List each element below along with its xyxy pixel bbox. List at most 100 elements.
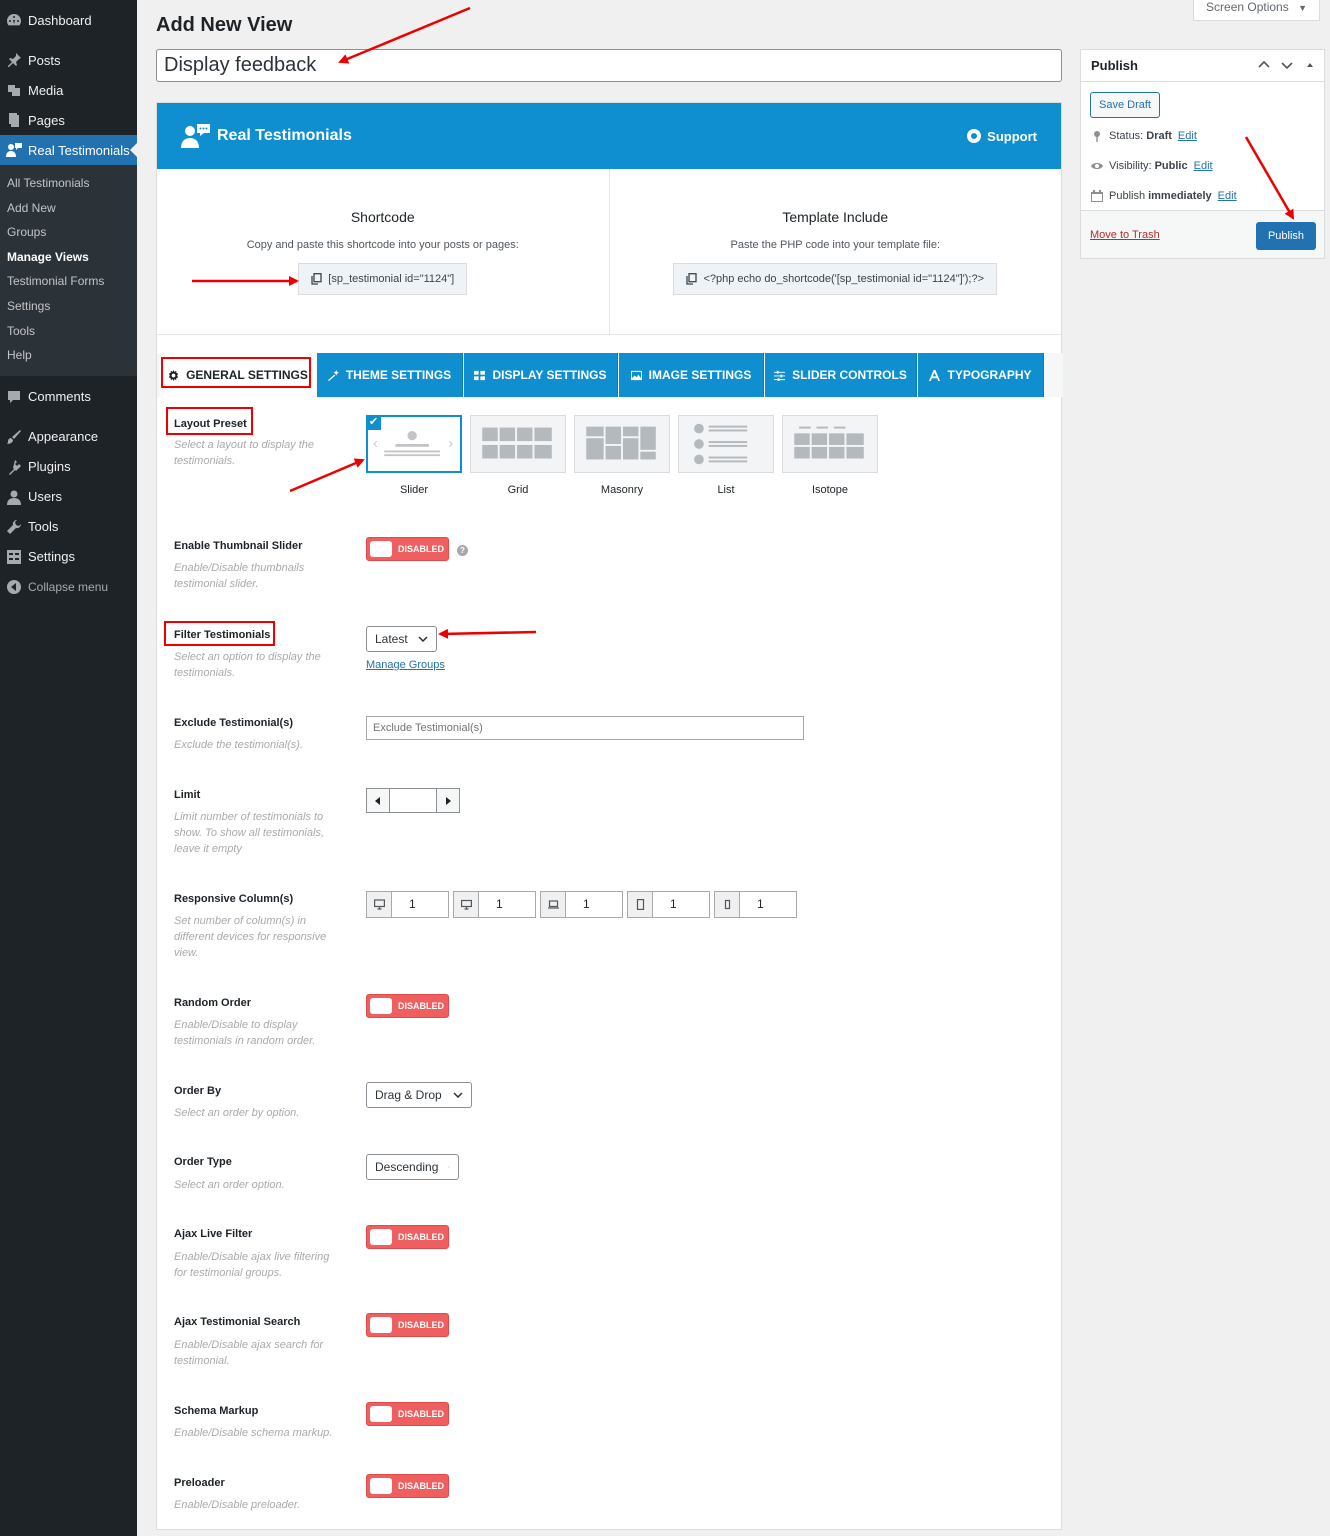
menu-appearance[interactable]: Appearance bbox=[0, 422, 137, 452]
layout-option-list[interactable] bbox=[678, 415, 774, 473]
menu-comments[interactable]: Comments bbox=[0, 382, 137, 412]
manage-groups-link[interactable]: Manage Groups bbox=[366, 659, 445, 671]
menu-users[interactable]: Users bbox=[0, 482, 137, 512]
schema-markup-toggle[interactable]: DISABLED bbox=[366, 1402, 449, 1426]
dashboard-icon bbox=[6, 12, 22, 28]
publish-header: Publish bbox=[1081, 50, 1324, 82]
shortcode-title: Shortcode bbox=[350, 209, 415, 225]
tab-general-settings[interactable]: GENERAL SETTINGS bbox=[160, 353, 316, 397]
preloader-label: Preloader bbox=[174, 1477, 225, 1489]
menu-real-testimonials[interactable]: Real Testimonials bbox=[0, 135, 137, 165]
random-order-toggle[interactable]: DISABLED bbox=[366, 994, 449, 1018]
sub-tools[interactable]: Tools bbox=[0, 319, 137, 344]
move-to-trash-link[interactable]: Move to Trash bbox=[1090, 229, 1160, 241]
save-draft-button[interactable]: Save Draft bbox=[1090, 92, 1160, 118]
toggle-label: DISABLED bbox=[398, 1320, 445, 1330]
screen-options-button[interactable]: Screen Options ▼ bbox=[1193, 0, 1320, 21]
view-title-input[interactable] bbox=[156, 49, 1062, 82]
ajax-search-toggle[interactable]: DISABLED bbox=[366, 1313, 449, 1337]
limit-stepper[interactable] bbox=[366, 788, 460, 813]
menu-dashboard[interactable]: Dashboard bbox=[0, 5, 137, 35]
schema-markup-label: Schema Markup bbox=[174, 1405, 259, 1417]
template-copy[interactable]: <?php echo do_shortcode('[sp_testimonial… bbox=[673, 263, 998, 295]
tab-label: THEME SETTINGS bbox=[345, 368, 452, 382]
layout-name-masonry: Masonry bbox=[600, 484, 644, 496]
comment-icon bbox=[6, 389, 22, 405]
tab-theme-settings[interactable]: THEME SETTINGS bbox=[317, 353, 463, 397]
plugin-brand: Real Testimonials bbox=[181, 123, 352, 149]
menu-label: Real Testimonials bbox=[28, 142, 130, 158]
layout-option-slider[interactable]: ✔ bbox=[366, 415, 462, 473]
shortcode-copy[interactable]: [sp_testimonial id="1124"] bbox=[298, 263, 468, 295]
template-panel: Template Include Paste the PHP code into… bbox=[608, 169, 1062, 334]
menu-plugins[interactable]: Plugins bbox=[0, 452, 137, 482]
columns-laptop[interactable]: 1 bbox=[540, 891, 623, 918]
triangle-up-icon[interactable] bbox=[1304, 59, 1316, 71]
sub-manage-views[interactable]: Manage Views bbox=[0, 245, 137, 270]
sub-groups[interactable]: Groups bbox=[0, 220, 137, 245]
visibility-edit-link[interactable]: Edit bbox=[1194, 160, 1213, 172]
status-edit-link[interactable]: Edit bbox=[1178, 130, 1197, 142]
collapse-icon bbox=[6, 579, 22, 595]
sub-testimonial-forms[interactable]: Testimonial Forms bbox=[0, 269, 137, 294]
tab-typography[interactable]: TYPOGRAPHY bbox=[918, 353, 1044, 397]
sub-settings[interactable]: Settings bbox=[0, 294, 137, 319]
menu-posts[interactable]: Posts bbox=[0, 45, 137, 75]
decrement-button[interactable] bbox=[367, 789, 390, 812]
order-by-select[interactable]: Drag & Drop bbox=[366, 1082, 472, 1108]
layout-option-masonry[interactable] bbox=[574, 415, 670, 473]
thumbnail-slider-toggle[interactable]: DISABLED bbox=[366, 537, 449, 561]
page-title: Add New View bbox=[156, 14, 293, 36]
toggle-label: DISABLED bbox=[398, 1001, 445, 1011]
tab-slider-controls[interactable]: SLIDER CONTROLS bbox=[765, 353, 917, 397]
sub-all-testimonials[interactable]: All Testimonials bbox=[0, 171, 137, 196]
columns-tablet[interactable]: 1 bbox=[627, 891, 710, 918]
chevron-up-icon[interactable] bbox=[1258, 59, 1270, 71]
collapse-menu[interactable]: Collapse menu bbox=[0, 572, 137, 602]
help-icon[interactable]: ? bbox=[457, 545, 468, 556]
menu-label: Settings bbox=[28, 549, 75, 565]
support-link[interactable]: Support bbox=[967, 129, 1037, 144]
sub-help[interactable]: Help bbox=[0, 343, 137, 368]
list-layout-icon bbox=[694, 423, 748, 465]
columns-desktop[interactable]: 1 bbox=[453, 891, 536, 918]
chevron-down-icon bbox=[453, 1092, 463, 1098]
layout-option-isotope[interactable] bbox=[782, 415, 878, 473]
chevron-down-icon[interactable] bbox=[1281, 59, 1293, 71]
exclude-label: Exclude Testimonial(s) bbox=[174, 717, 293, 729]
schedule-value: immediately bbox=[1148, 190, 1212, 202]
publish-box: Publish Save Draft Status: Draft Edit Vi… bbox=[1080, 49, 1325, 259]
eye-icon bbox=[1091, 163, 1103, 169]
increment-button[interactable] bbox=[436, 789, 459, 812]
menu-label: Tools bbox=[28, 519, 59, 535]
schedule-edit-link[interactable]: Edit bbox=[1218, 190, 1237, 202]
menu-media[interactable]: Media bbox=[0, 75, 137, 105]
order-type-select[interactable]: Descending bbox=[366, 1154, 459, 1180]
columns-large-desktop[interactable]: 1 bbox=[366, 891, 449, 918]
exclude-input[interactable] bbox=[366, 716, 804, 740]
tab-label: SLIDER CONTROLS bbox=[792, 368, 907, 382]
order-by-label: Order By bbox=[174, 1085, 222, 1097]
template-text: <?php echo do_shortcode('[sp_testimonial… bbox=[703, 273, 985, 285]
plugin-settings-box: Real Testimonials Support Shortcode Copy… bbox=[156, 102, 1063, 1530]
columns-mobile[interactable]: 1 bbox=[714, 891, 797, 918]
menu-pages[interactable]: Pages bbox=[0, 105, 137, 135]
preloader-toggle[interactable]: DISABLED bbox=[366, 1474, 449, 1498]
publish-button[interactable]: Publish bbox=[1256, 222, 1316, 250]
schema-markup-help: Enable/Disable schema markup. bbox=[174, 1427, 333, 1439]
tab-image-settings[interactable]: IMAGE SETTINGS bbox=[619, 353, 764, 397]
select-value: Descending bbox=[375, 1160, 439, 1174]
column-value: 1 bbox=[583, 897, 590, 911]
schedule-row: Publish immediately Edit bbox=[1091, 190, 1237, 202]
tab-display-settings[interactable]: DISPLAY SETTINGS bbox=[464, 353, 618, 397]
sub-add-new[interactable]: Add New bbox=[0, 196, 137, 221]
menu-tools[interactable]: Tools bbox=[0, 512, 137, 542]
support-label: Support bbox=[987, 128, 1037, 144]
menu-settings[interactable]: Settings bbox=[0, 542, 137, 572]
ajax-live-filter-toggle[interactable]: DISABLED bbox=[366, 1225, 449, 1249]
layout-option-grid[interactable] bbox=[470, 415, 566, 473]
filter-testimonials-help: Select an option to display the testimon… bbox=[174, 651, 321, 679]
filter-testimonials-select[interactable]: Latest bbox=[366, 626, 437, 652]
select-value: Drag & Drop bbox=[375, 1088, 442, 1102]
schedule-label: Publish bbox=[1109, 190, 1146, 202]
